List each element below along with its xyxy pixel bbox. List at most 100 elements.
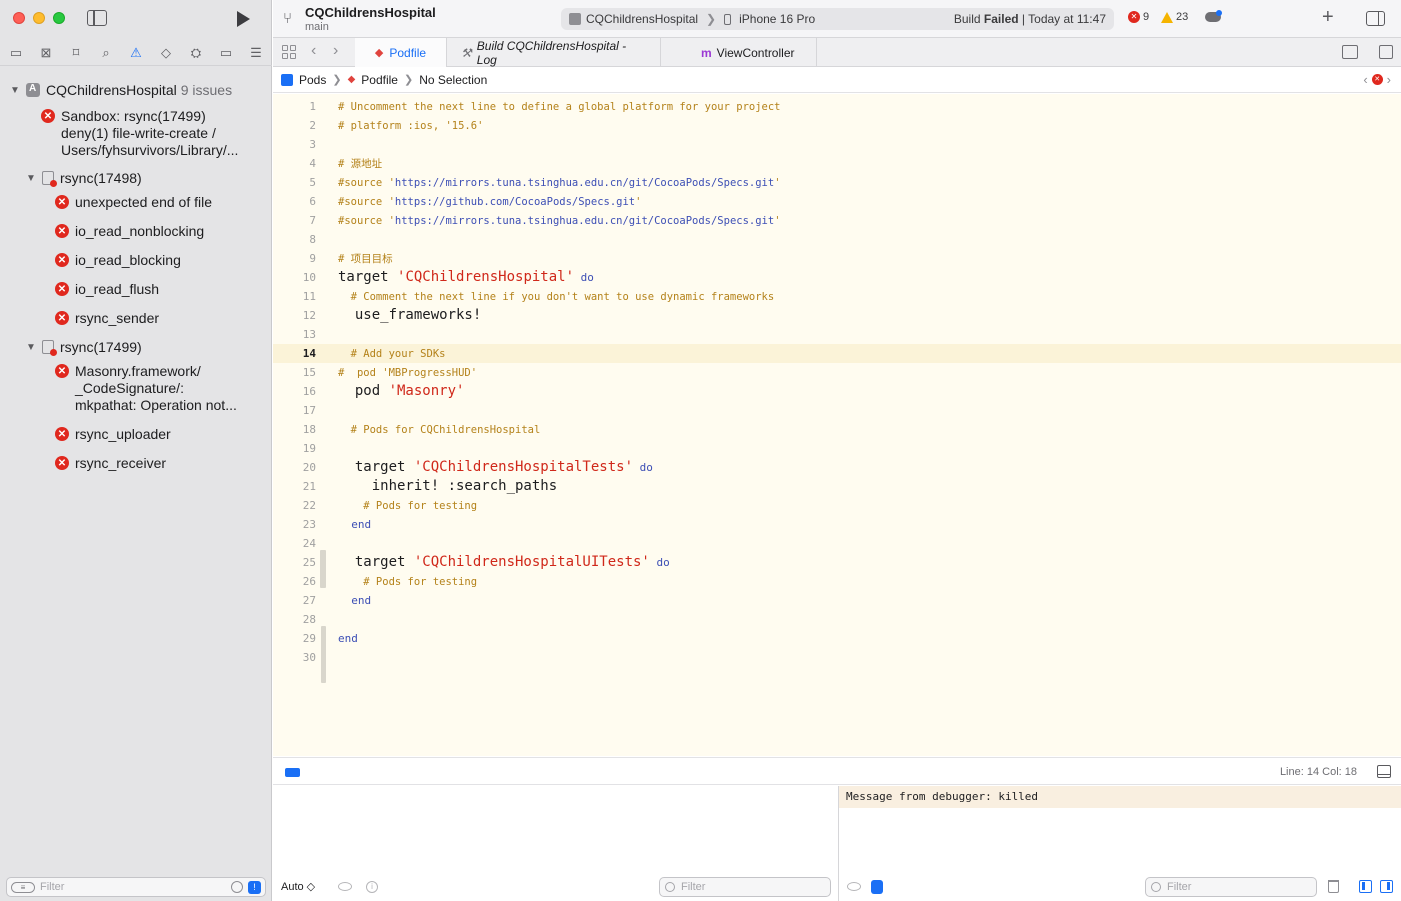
add-library-icon[interactable]: +: [1322, 6, 1334, 29]
chevron-down-icon[interactable]: ▼: [26, 173, 38, 184]
zoom-window-button[interactable]: [53, 12, 65, 24]
source-editor[interactable]: 1 # Uncomment the next line to define a g…: [273, 94, 1401, 756]
code-line[interactable]: 23 end: [273, 515, 1401, 534]
warning-count-badge[interactable]: 23: [1161, 11, 1188, 23]
breadcrumb-selection[interactable]: No Selection: [419, 73, 487, 87]
code-line[interactable]: 11 # Comment the next line if you don't …: [273, 287, 1401, 306]
code-line[interactable]: 16 pod 'Masonry': [273, 382, 1401, 401]
run-destination[interactable]: iPhone 16 Pro: [739, 12, 815, 26]
code-line[interactable]: 3: [273, 135, 1401, 154]
issue-item[interactable]: ✕ io_read_blocking: [55, 252, 262, 269]
issue-item[interactable]: ✕ rsync_uploader: [55, 426, 262, 443]
forward-arrow-icon[interactable]: ›: [333, 42, 338, 60]
code-line[interactable]: 26 # Pods for testing: [273, 572, 1401, 591]
code-line[interactable]: 1 # Uncomment the next line to define a g…: [273, 97, 1401, 116]
error-icon[interactable]: ✕: [1371, 74, 1383, 85]
code-text: # 项目目标: [338, 249, 393, 269]
code-line[interactable]: 2 # platform :ios, '15.6': [273, 116, 1401, 135]
code-line[interactable]: 20 target 'CQChildrensHospitalTests' do: [273, 458, 1401, 477]
add-editor-icon[interactable]: [1379, 45, 1393, 59]
show-errors-only-icon[interactable]: !: [248, 881, 261, 894]
console-filter-field[interactable]: Filter: [1145, 877, 1317, 897]
sidebar-toggle-icon[interactable]: [87, 10, 107, 26]
code-line[interactable]: 29 end: [273, 629, 1401, 648]
variables-scope-select[interactable]: Auto ◇: [281, 880, 315, 893]
issue-item[interactable]: ✕ unexpected end of file: [55, 194, 262, 211]
issue-navigator-icon[interactable]: ⚠: [127, 44, 145, 62]
code-line[interactable]: 7 #source 'https://mirrors.tuna.tsinghua.…: [273, 211, 1401, 230]
related-items-icon[interactable]: [282, 45, 296, 59]
code-line[interactable]: 6 #source 'https://github.com/CocoaPods/S…: [273, 192, 1401, 211]
issue-tree-root[interactable]: ▼ CQChildrensHospital 9 issues: [10, 80, 232, 100]
eye-icon[interactable]: [847, 882, 861, 891]
code-line[interactable]: 22 # Pods for testing: [273, 496, 1401, 515]
issue-item[interactable]: ✕ rsync_sender: [55, 310, 262, 327]
source-control-icon[interactable]: ⊠: [37, 44, 55, 62]
variables-filter-field[interactable]: Filter: [659, 877, 831, 897]
code-line[interactable]: 4 # 源地址: [273, 154, 1401, 173]
recent-filter-icon[interactable]: [231, 881, 243, 893]
code-line[interactable]: 8: [273, 230, 1401, 249]
chevron-down-icon[interactable]: ▼: [10, 85, 22, 96]
code-line[interactable]: 28: [273, 610, 1401, 629]
code-line[interactable]: 13: [273, 325, 1401, 344]
trash-icon[interactable]: [1328, 880, 1339, 893]
code-line[interactable]: 15 # pod 'MBProgressHUD': [273, 363, 1401, 382]
issue-item[interactable]: ✕ Sandbox: rsync(17499) deny(1) file-write…: [41, 108, 262, 159]
next-issue-icon[interactable]: ›: [1387, 72, 1391, 87]
branch-name[interactable]: main: [305, 21, 329, 33]
console-output[interactable]: Message from debugger: killed: [839, 786, 1401, 808]
back-arrow-icon[interactable]: ‹: [311, 42, 316, 60]
info-icon[interactable]: i: [366, 881, 378, 893]
show-variables-icon[interactable]: [1359, 880, 1372, 893]
code-line[interactable]: 30: [273, 648, 1401, 667]
close-window-button[interactable]: [13, 12, 25, 24]
code-line[interactable]: 27 end: [273, 591, 1401, 610]
code-line[interactable]: 18 # Pods for CQChildrensHospital: [273, 420, 1401, 439]
issue-group[interactable]: ▼ rsync(17498): [26, 168, 142, 188]
breadcrumb-pods[interactable]: Pods: [299, 73, 326, 87]
error-count-badge[interactable]: ✕ 9: [1128, 11, 1149, 23]
run-icon[interactable]: [237, 11, 250, 27]
breakpoints-toggle-icon[interactable]: [285, 768, 300, 777]
tab-build-log[interactable]: ⚒ Build CQChildrensHospital - Log: [447, 38, 661, 67]
eye-icon[interactable]: [338, 882, 352, 891]
code-line[interactable]: 24: [273, 534, 1401, 553]
console-output-type-icon[interactable]: [871, 880, 883, 894]
code-line[interactable]: 21 inherit! :search_paths: [273, 477, 1401, 496]
code-line[interactable]: 5 #source 'https://mirrors.tuna.tsinghua.…: [273, 173, 1401, 192]
code-line[interactable]: 17: [273, 401, 1401, 420]
breadcrumb-podfile[interactable]: Podfile: [361, 73, 398, 87]
issue-item[interactable]: ✕ Masonry.framework/_CodeSignature/: mkpat…: [55, 363, 262, 414]
breakpoint-navigator-icon[interactable]: ▭: [217, 44, 235, 62]
bookmark-icon[interactable]: ⌑: [67, 44, 85, 62]
navigator-filter-field[interactable]: ≡ Filter !: [6, 877, 266, 897]
chevron-down-icon[interactable]: ▼: [26, 342, 38, 353]
tab-podfile[interactable]: ◆ Podfile: [355, 38, 447, 67]
previous-issue-icon[interactable]: ‹: [1363, 72, 1367, 87]
issue-group[interactable]: ▼ rsync(17499): [26, 337, 142, 357]
debug-area-toggle-icon[interactable]: [1377, 765, 1391, 778]
report-navigator-icon[interactable]: ☰: [247, 44, 265, 62]
issue-item[interactable]: ✕ rsync_receiver: [55, 455, 262, 472]
minimize-window-button[interactable]: [33, 12, 45, 24]
code-line[interactable]: 25 target 'CQChildrensHospitalUITests' d…: [273, 553, 1401, 572]
issue-item[interactable]: ✕ io_read_flush: [55, 281, 262, 298]
project-title[interactable]: CQChildrensHospital: [305, 5, 436, 20]
folder-icon[interactable]: ▭: [7, 44, 25, 62]
test-navigator-icon[interactable]: ◇: [157, 44, 175, 62]
tab-viewcontroller[interactable]: m ViewController: [687, 38, 817, 67]
show-console-icon[interactable]: [1380, 880, 1393, 893]
find-icon[interactable]: ⌕: [97, 44, 115, 62]
cloud-status-icon[interactable]: [1205, 10, 1222, 22]
code-line[interactable]: 10 target 'CQChildrensHospital' do: [273, 268, 1401, 287]
inspector-toggle-icon[interactable]: [1366, 11, 1385, 26]
issue-item[interactable]: ✕ io_read_nonblocking: [55, 223, 262, 240]
code-line[interactable]: 14 # Add your SDKs: [273, 344, 1401, 363]
editor-options-icon[interactable]: [1342, 45, 1358, 59]
code-line[interactable]: 9 # 项目目标: [273, 249, 1401, 268]
code-line[interactable]: 19: [273, 439, 1401, 458]
debug-navigator-icon[interactable]: ⛭: [187, 44, 205, 62]
scheme-selector[interactable]: CQChildrensHospital ❯ iPhone 16 Pro: [569, 12, 815, 26]
code-line[interactable]: 12 use_frameworks!: [273, 306, 1401, 325]
